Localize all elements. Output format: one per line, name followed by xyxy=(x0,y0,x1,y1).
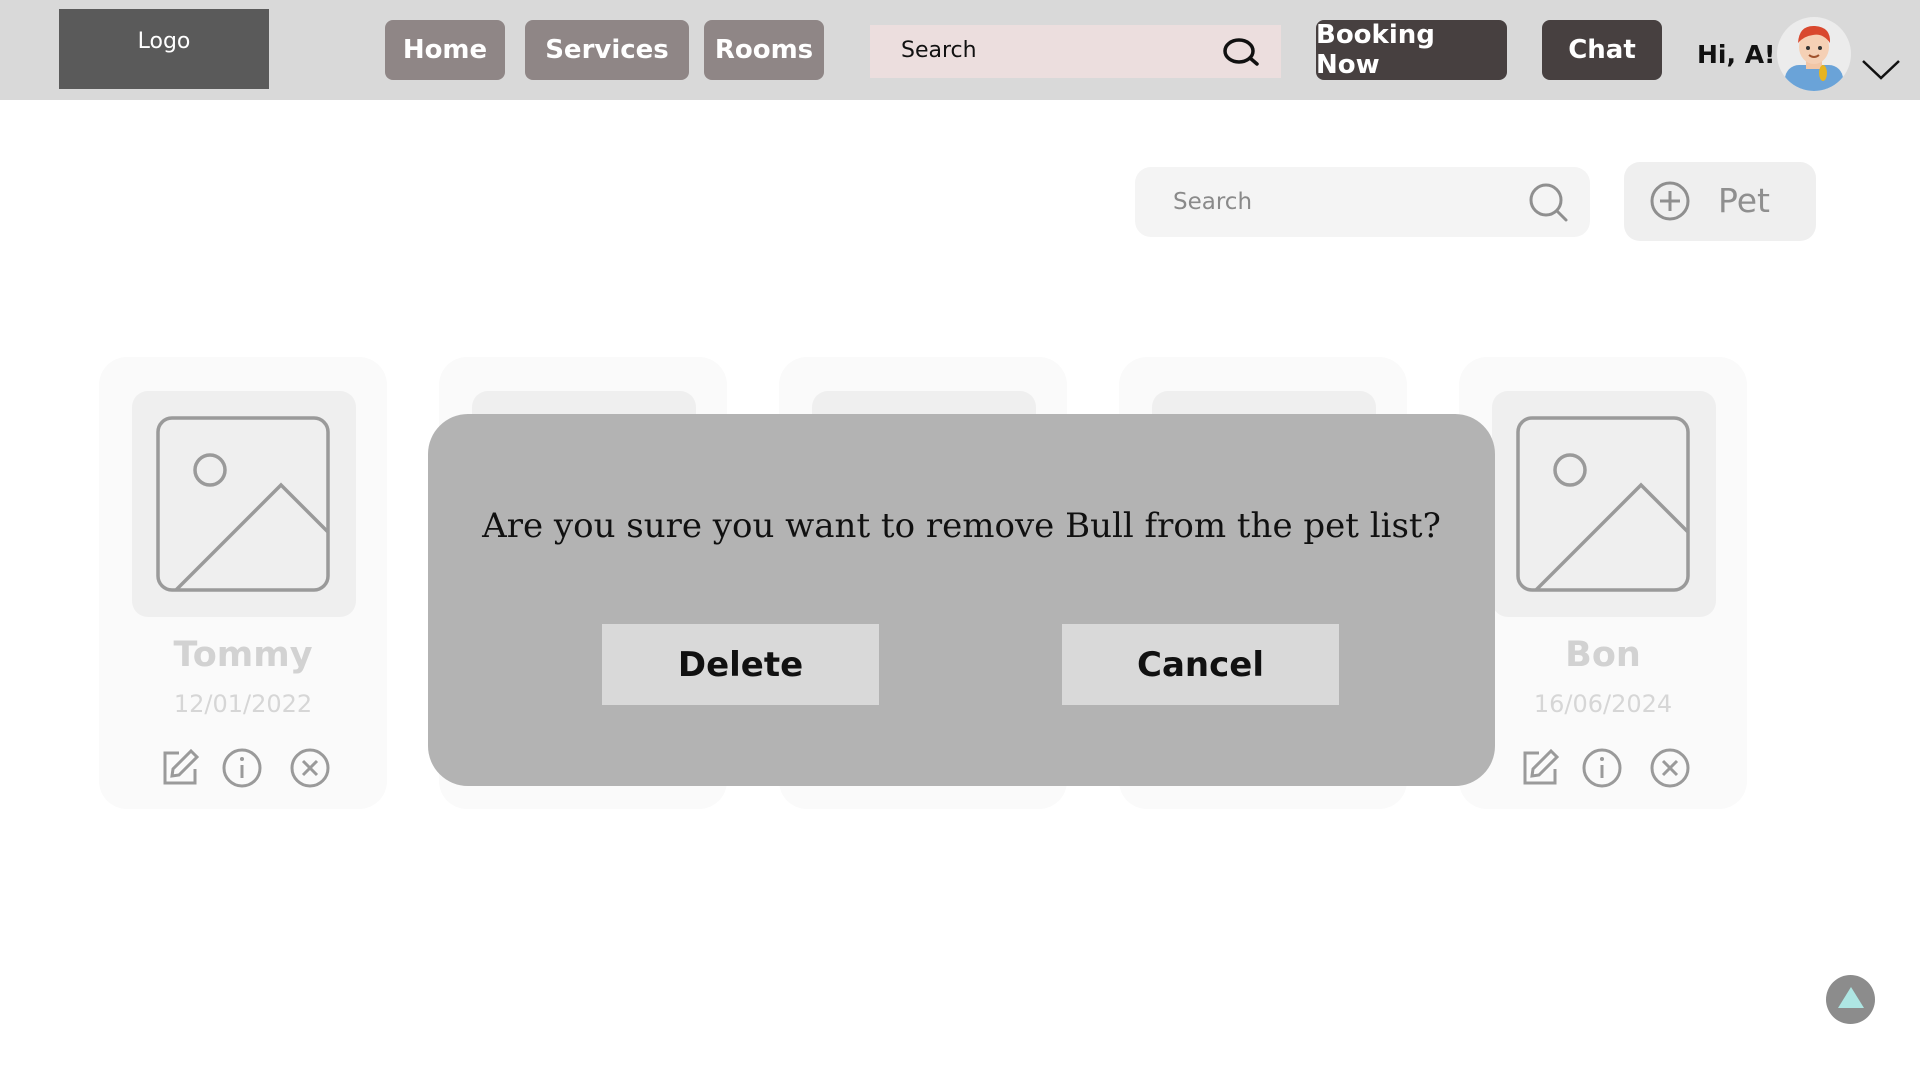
pet-photo-placeholder xyxy=(132,391,356,617)
nav-services-button[interactable]: Services xyxy=(525,20,689,80)
info-icon[interactable] xyxy=(221,747,263,789)
pet-search-input[interactable]: Search xyxy=(1135,167,1590,237)
info-icon[interactable] xyxy=(1581,747,1623,789)
add-pet-label: Pet xyxy=(1718,181,1770,220)
remove-pet-confirmation-dialog: Are you sure you want to remove Bull fro… xyxy=(428,414,1495,786)
booking-now-button[interactable]: Booking Now xyxy=(1316,20,1507,80)
pet-card[interactable]: Bon 16/06/2024 xyxy=(1459,357,1747,809)
pet-photo-placeholder xyxy=(1492,391,1716,617)
chevron-down-icon[interactable] xyxy=(1861,58,1901,82)
image-placeholder-icon xyxy=(1516,416,1690,592)
add-pet-button[interactable]: Pet xyxy=(1624,162,1816,241)
nav-rooms-button[interactable]: Rooms xyxy=(704,20,824,80)
pet-card[interactable]: Tommy 12/01/2022 xyxy=(99,357,387,809)
remove-icon[interactable] xyxy=(289,747,331,789)
search-icon[interactable] xyxy=(1221,35,1261,69)
edit-icon[interactable] xyxy=(159,747,201,789)
dialog-message: Are you sure you want to remove Bull fro… xyxy=(482,506,1441,546)
scroll-to-top-button[interactable] xyxy=(1826,975,1875,1024)
image-placeholder-icon xyxy=(156,416,330,592)
edit-icon[interactable] xyxy=(1519,747,1561,789)
arrow-up-icon xyxy=(1838,987,1864,1008)
nav-home-button[interactable]: Home xyxy=(385,20,505,80)
pet-date: 12/01/2022 xyxy=(173,690,313,718)
chat-button[interactable]: Chat xyxy=(1542,20,1662,80)
cancel-button[interactable]: Cancel xyxy=(1062,624,1339,705)
avatar-image xyxy=(1785,25,1843,91)
logo[interactable]: Logo xyxy=(59,9,269,89)
plus-circle-icon xyxy=(1650,181,1690,221)
pet-name: Tommy xyxy=(173,635,313,675)
pet-search-placeholder: Search xyxy=(1173,189,1253,215)
search-icon[interactable] xyxy=(1528,182,1570,224)
pet-name: Bon xyxy=(1565,635,1641,675)
pet-date: 16/06/2024 xyxy=(1533,690,1673,718)
remove-icon[interactable] xyxy=(1649,747,1691,789)
user-greeting: Hi, A! xyxy=(1697,40,1776,69)
user-avatar[interactable] xyxy=(1777,17,1851,91)
header-search-box[interactable]: Search xyxy=(870,25,1281,78)
header-search-label: Search xyxy=(901,38,977,63)
top-navigation-bar: Logo Home Services Rooms Search Booking … xyxy=(0,0,1920,100)
delete-button[interactable]: Delete xyxy=(602,624,879,705)
